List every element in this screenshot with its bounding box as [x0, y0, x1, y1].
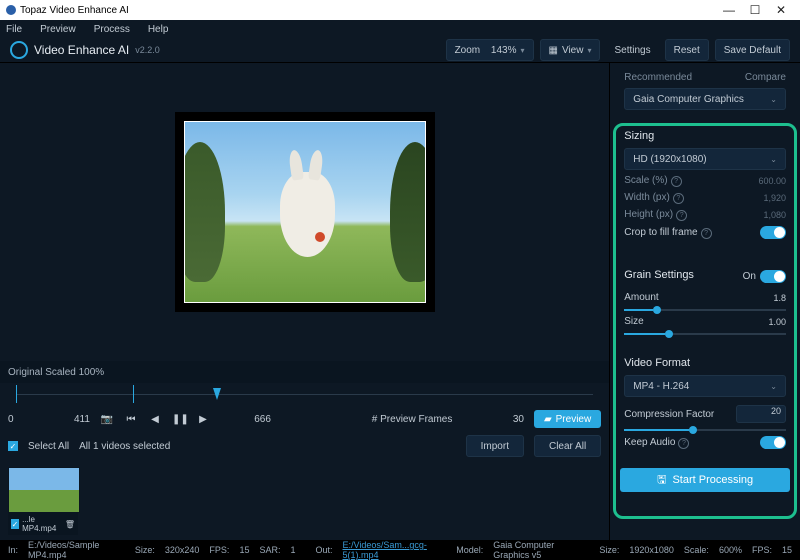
minimize-button[interactable]: — — [716, 3, 742, 17]
maximize-button[interactable]: ☐ — [742, 3, 768, 17]
height-label: Height (px)? — [624, 209, 687, 221]
next-frame-icon[interactable]: ▶ — [196, 414, 210, 425]
compare-label[interactable]: Compare — [745, 72, 786, 83]
settings-panel: Recommended Compare Gaia Computer Graphic… — [610, 63, 800, 541]
status-bar: In:E:/Videos/Sample MP4.mp4 Size:320x240… — [0, 540, 800, 560]
menu-bar: File Preview Process Help — [0, 20, 800, 38]
video-frame — [184, 121, 426, 303]
sizing-title: Sizing — [624, 130, 786, 142]
video-filename: ...le MP4.mp4 — [22, 515, 62, 533]
height-value: 1,080 — [763, 210, 786, 220]
frame-end: 666 — [254, 414, 271, 425]
status-in: E:/Videos/Sample MP4.mp4 — [28, 540, 125, 560]
crop-label: Crop to fill frame? — [624, 227, 711, 239]
settings-label: Settings — [614, 45, 650, 56]
scale-label: Original Scaled 100% — [8, 367, 104, 378]
width-label: Width (px)? — [624, 192, 684, 204]
preview-button[interactable]: ▰Preview — [534, 410, 601, 428]
playback-controls: 0 411 📷 ⏮ ◀ ❚❚ ▶ 666 # Preview Frames 30… — [0, 407, 609, 431]
keep-audio-label: Keep Audio? — [624, 437, 689, 449]
menu-preview[interactable]: Preview — [40, 24, 76, 35]
video-list: ✓...le MP4.mp4🗑 — [0, 461, 609, 541]
chevron-down-icon: ▾ — [520, 46, 524, 55]
view-control[interactable]: ▦View▾ — [540, 39, 601, 61]
app-version: v2.2.0 — [135, 45, 160, 55]
width-value: 1,920 — [763, 193, 786, 203]
compression-slider[interactable] — [624, 429, 786, 431]
save-default-button[interactable]: Save Default — [715, 39, 790, 61]
help-icon[interactable]: ? — [701, 228, 712, 239]
chevron-down-icon: ⌄ — [770, 155, 777, 164]
video-card[interactable]: ✓...le MP4.mp4🗑 — [8, 467, 78, 535]
compression-label: Compression Factor — [624, 409, 714, 420]
amount-value: 1.8 — [773, 293, 786, 303]
grid-icon: ▦ — [549, 45, 558, 56]
frame-start: 0 — [8, 414, 14, 425]
app-ring-icon — [10, 41, 28, 59]
select-all-checkbox[interactable]: ✓ — [8, 441, 18, 451]
size-slider[interactable] — [624, 333, 786, 335]
preview-frames-value: 30 — [513, 414, 524, 425]
chevron-down-icon: ⌄ — [770, 95, 777, 104]
help-icon[interactable]: ? — [678, 438, 689, 449]
selection-row: ✓ Select All All 1 videos selected Impor… — [0, 431, 609, 461]
status-out-link[interactable]: E:/Videos/Sam...gcg-5(1).mp4 — [343, 540, 447, 560]
chevron-down-icon: ▾ — [587, 46, 591, 55]
codec-select[interactable]: MP4 - H.264⌄ — [624, 375, 786, 397]
save-icon: 🖫 — [657, 471, 666, 490]
menu-process[interactable]: Process — [94, 24, 130, 35]
titlebar: Topaz Video Enhance AI — ☐ ✕ — [0, 0, 800, 20]
clear-all-button[interactable]: Clear All — [534, 435, 601, 457]
close-button[interactable]: ✕ — [768, 3, 794, 17]
sizing-preset-select[interactable]: HD (1920x1080)⌄ — [624, 148, 786, 170]
pause-icon[interactable]: ❚❚ — [172, 414, 186, 425]
scale-value: 600.00 — [758, 176, 786, 186]
video-checkbox[interactable]: ✓ — [11, 519, 19, 529]
preview-panel: Original Scaled 100% 0 411 📷 ⏮ ◀ ❚❚ ▶ 66… — [0, 63, 610, 541]
model-select[interactable]: Gaia Computer Graphics⌄ — [624, 88, 786, 110]
app-name: Video Enhance AI — [34, 43, 129, 57]
chevron-down-icon: ⌄ — [770, 382, 777, 391]
format-title: Video Format — [624, 357, 786, 369]
amount-slider[interactable] — [624, 309, 786, 311]
reset-button[interactable]: Reset — [665, 39, 709, 61]
select-all-label[interactable]: Select All — [28, 441, 69, 452]
trash-icon[interactable]: 🗑 — [65, 520, 75, 529]
grain-toggle[interactable] — [760, 270, 786, 283]
frame-current: 411 — [74, 414, 90, 425]
camera-icon[interactable]: 📷 — [100, 414, 114, 425]
size-value: 1.00 — [768, 317, 786, 327]
start-processing-button[interactable]: 🖫Start Processing — [620, 468, 790, 492]
help-icon[interactable]: ? — [676, 210, 687, 221]
preview-frames-label: # Preview Frames — [372, 414, 453, 425]
timeline[interactable] — [8, 385, 601, 405]
camera-icon: ▰ — [544, 414, 552, 425]
help-icon[interactable]: ? — [671, 176, 682, 187]
grain-title: Grain Settings — [624, 269, 694, 281]
prev-frame-icon[interactable]: ◀ — [148, 414, 162, 425]
size-label: Size — [624, 316, 643, 327]
video-thumbnail — [8, 467, 80, 513]
header: Video Enhance AI v2.2.0 Zoom 143%▾ ▦View… — [0, 38, 800, 63]
window-title: Topaz Video Enhance AI — [20, 5, 129, 16]
keep-audio-toggle[interactable] — [760, 436, 786, 449]
crop-toggle[interactable] — [760, 226, 786, 239]
amount-label: Amount — [624, 292, 658, 303]
import-button[interactable]: Import — [466, 435, 524, 457]
menu-file[interactable]: File — [6, 24, 22, 35]
app-logo-icon — [6, 5, 16, 15]
zoom-control[interactable]: Zoom 143%▾ — [446, 39, 534, 61]
video-canvas[interactable] — [0, 63, 609, 361]
help-icon[interactable]: ? — [673, 193, 684, 204]
menu-help[interactable]: Help — [148, 24, 169, 35]
compression-input[interactable]: 20 — [736, 405, 786, 423]
selection-count: All 1 videos selected — [79, 441, 170, 452]
scale-label: Scale (%)? — [624, 175, 681, 187]
recommended-label: Recommended — [624, 72, 692, 83]
skip-back-icon[interactable]: ⏮ — [124, 414, 138, 425]
